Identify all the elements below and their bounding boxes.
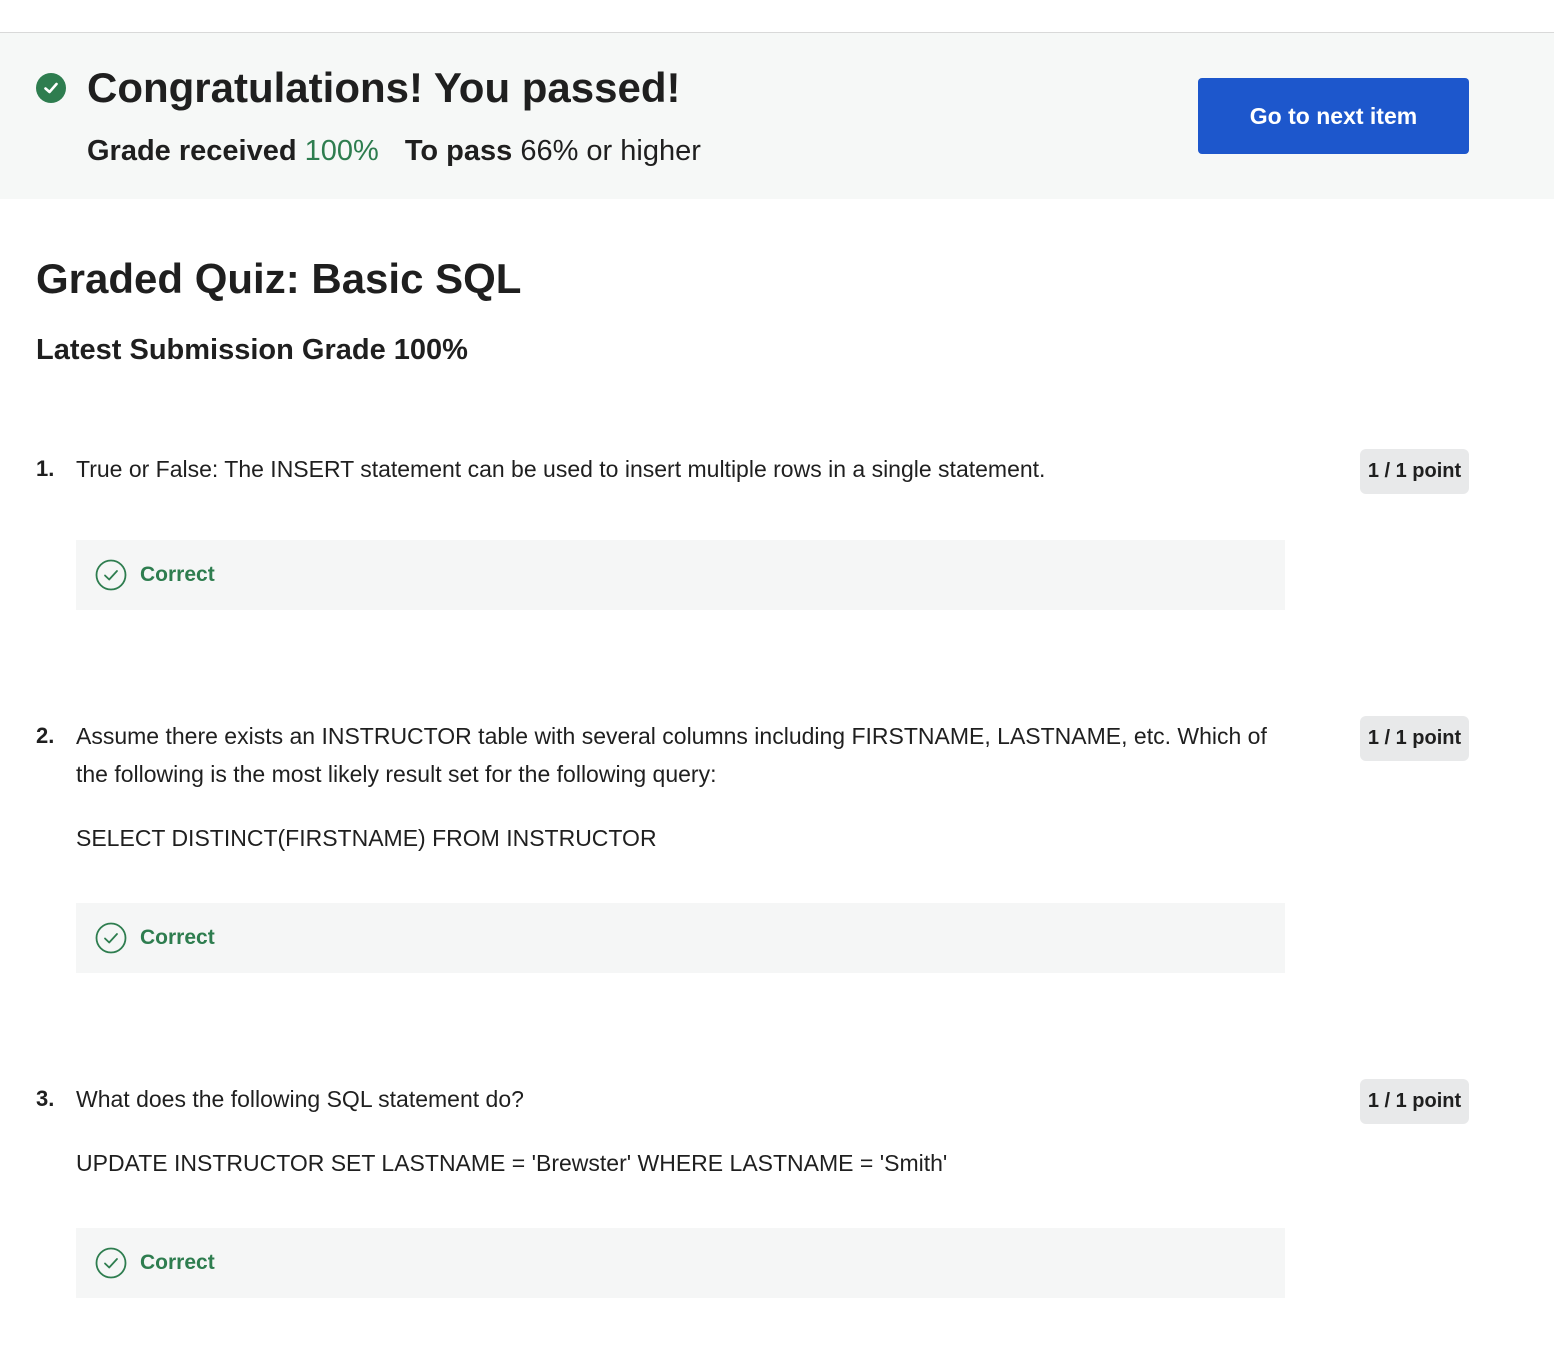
points-badge: 1 / 1 point	[1360, 449, 1469, 494]
grade-summary: Grade received 100% To pass 66% or higher	[87, 131, 701, 171]
question-code: SELECT DISTINCT(FIRSTNAME) FROM INSTRUCT…	[76, 825, 657, 851]
feedback-label: Correct	[140, 1251, 215, 1274]
points-badge: 1 / 1 point	[1360, 1079, 1469, 1124]
grade-received-label: Grade received	[87, 135, 297, 167]
to-pass-label: To pass	[404, 135, 513, 167]
correct-check-icon	[95, 922, 127, 954]
question-text: Assume there exists an INSTRUCTOR table …	[76, 723, 1267, 787]
go-to-next-item-button[interactable]: Go to next item	[1198, 78, 1469, 154]
question-number: 2.	[36, 723, 55, 748]
page-title: Graded Quiz: Basic SQL	[36, 255, 522, 302]
to-pass-value: 66% or higher	[520, 135, 701, 167]
question-text: What does the following SQL statement do…	[76, 1086, 524, 1112]
latest-submission-grade: Latest Submission Grade 100%	[36, 334, 468, 366]
question-code: UPDATE INSTRUCTOR SET LASTNAME = 'Brewst…	[76, 1150, 948, 1176]
check-circle-icon	[36, 73, 66, 103]
pass-title: Congratulations! You passed!	[87, 64, 681, 111]
points-badge: 1 / 1 point	[1360, 716, 1469, 761]
feedback-label: Correct	[140, 563, 215, 586]
feedback-box: Correct	[76, 903, 1285, 973]
question-text: True or False: The INSERT statement can …	[76, 456, 1046, 482]
correct-check-icon	[95, 1247, 127, 1279]
question-number: 3.	[36, 1086, 55, 1111]
feedback-box: Correct	[76, 540, 1285, 610]
correct-check-icon	[95, 559, 127, 591]
feedback-label: Correct	[140, 926, 215, 949]
question-number: 1.	[36, 456, 55, 481]
feedback-box: Correct	[76, 1228, 1285, 1298]
grade-received-value: 100%	[304, 135, 379, 167]
